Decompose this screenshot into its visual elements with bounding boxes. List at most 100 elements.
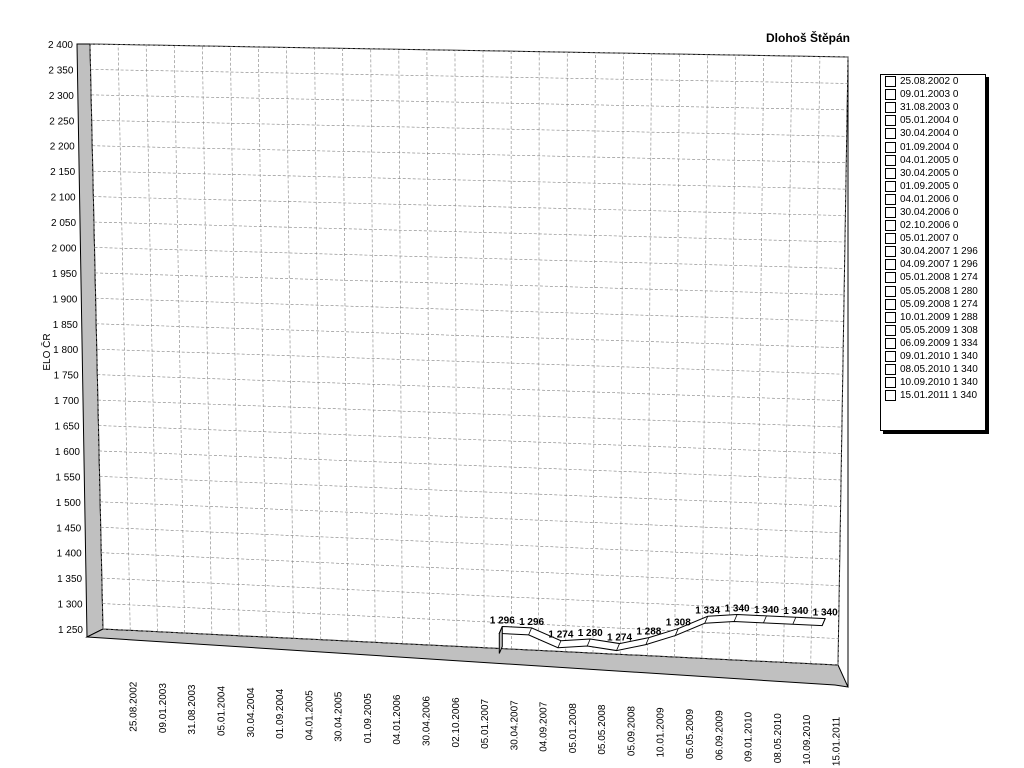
x-tick-label: 09.01.2003 xyxy=(158,683,169,733)
legend-entry-label: 15.01.2011 1 340 xyxy=(900,390,978,402)
chart-legend: 25.08.2002 0 09.01.2003 0 31.08.2003 0 05.0… xyxy=(880,74,986,431)
y-tick-label: 1 800 xyxy=(53,345,78,356)
x-tick-label: 05.01.2008 xyxy=(568,703,579,753)
chart-svg: 1 250 1 300 1 350 1 400 1 450 1 500 1 550 1 600… xyxy=(40,40,849,766)
x-tick-label: 10.09.2010 xyxy=(802,714,813,764)
legend-entry: 02.10.2006 0 xyxy=(881,219,985,232)
legend-entry: 05.01.2007 0 xyxy=(881,232,985,245)
y-tick-label: 2 200 xyxy=(50,142,75,153)
data-label: 1 296 xyxy=(519,617,544,628)
x-axis-ticks: 25.08.2002 09.01.2003 31.08.2003 05.01.2004… xyxy=(129,681,843,766)
x-tick-label: 31.08.2003 xyxy=(187,684,198,734)
x-tick-label: 09.01.2010 xyxy=(744,711,755,761)
y-tick-label: 1 950 xyxy=(52,269,77,280)
x-tick-label: 05.05.2009 xyxy=(685,708,696,758)
x-tick-label: 01.09.2005 xyxy=(363,693,374,743)
data-label: 1 308 xyxy=(666,618,691,629)
x-tick-label: 02.10.2006 xyxy=(451,697,462,747)
x-tick-label: 30.04.2007 xyxy=(509,700,520,750)
x-tick-label: 04.01.2006 xyxy=(392,694,403,744)
legend-entry: 01.09.2005 0 xyxy=(881,180,985,193)
y-tick-label: 1 900 xyxy=(52,294,77,305)
legend-entry-label: 10.01.2009 1 288 xyxy=(900,311,978,323)
x-tick-label: 01.09.2004 xyxy=(275,688,286,738)
legend-swatch xyxy=(885,89,896,101)
x-tick-label: 30.04.2005 xyxy=(334,691,345,741)
legend-swatch xyxy=(885,206,896,218)
y-tick-label: 2 150 xyxy=(50,167,75,178)
legend-swatch xyxy=(885,180,896,192)
chart-walls xyxy=(76,43,849,688)
legend-entry-label: 30.04.2005 0 xyxy=(900,167,959,179)
legend-entry: 09.01.2003 0 xyxy=(881,88,985,101)
x-tick-label: 15.01.2011 xyxy=(831,716,842,766)
x-tick-label: 05.09.2008 xyxy=(626,706,637,756)
y-tick-label: 1 750 xyxy=(54,371,79,382)
legend-entry: 10.09.2010 1 340 xyxy=(881,376,985,389)
legend-entry: 06.09.2009 1 334 xyxy=(881,337,985,350)
legend-entry: 05.05.2008 1 280 xyxy=(881,285,985,298)
x-tick-label: 04.01.2005 xyxy=(304,690,315,740)
y-tick-label: 1 300 xyxy=(58,600,83,611)
legend-entry: 04.09.2007 1 296 xyxy=(881,258,985,271)
legend-swatch xyxy=(885,259,896,271)
legend-swatch xyxy=(885,390,896,402)
legend-entry-label: 09.01.2003 0 xyxy=(900,89,959,101)
legend-entry: 10.01.2009 1 288 xyxy=(881,311,985,324)
legend-entry-label: 31.08.2003 0 xyxy=(900,102,959,114)
legend-entry: 05.01.2008 1 274 xyxy=(881,271,985,284)
legend-entry: 15.01.2011 1 340 xyxy=(881,389,985,402)
legend-entry-label: 01.09.2004 0 xyxy=(900,141,959,153)
data-label: 1 340 xyxy=(725,604,750,615)
y-tick-label: 2 100 xyxy=(51,193,76,204)
legend-swatch xyxy=(885,154,896,166)
y-tick-label: 2 300 xyxy=(49,91,74,102)
legend-swatch xyxy=(885,337,896,349)
x-tick-label: 30.04.2006 xyxy=(421,696,432,746)
y-tick-label: 2 000 xyxy=(51,243,76,254)
legend-swatch xyxy=(885,364,896,376)
x-tick-label: 04.09.2007 xyxy=(539,701,550,751)
legend-entry-label: 06.09.2009 1 334 xyxy=(900,337,978,349)
legend-swatch xyxy=(885,298,896,310)
legend-swatch xyxy=(885,272,896,284)
x-tick-label: 25.08.2002 xyxy=(129,681,140,731)
data-label: 1 334 xyxy=(695,605,720,616)
legend-entry: 30.04.2005 0 xyxy=(881,167,985,180)
legend-swatch xyxy=(885,141,896,153)
legend-entry: 30.04.2007 1 296 xyxy=(881,245,985,258)
legend-entry: 30.04.2004 0 xyxy=(881,127,985,140)
chart-title: Dlohoš Štěpán xyxy=(765,31,850,45)
y-tick-label: 1 500 xyxy=(56,498,81,509)
legend-swatch xyxy=(885,76,896,88)
y-tick-label: 1 650 xyxy=(54,422,79,433)
y-tick-label: 1 450 xyxy=(56,523,81,534)
y-tick-label: 2 400 xyxy=(48,40,73,51)
legend-entry-label: 30.04.2004 0 xyxy=(900,128,959,140)
legend-entry-label: 05.01.2008 1 274 xyxy=(900,272,978,284)
legend-entry: 05.05.2009 1 308 xyxy=(881,324,985,337)
legend-entry-label: 09.01.2010 1 340 xyxy=(900,351,978,363)
legend-swatch xyxy=(885,377,896,389)
y-tick-label: 1 550 xyxy=(55,472,80,483)
data-label: 1 280 xyxy=(578,628,603,639)
legend-entry-label: 01.09.2005 0 xyxy=(900,180,959,192)
legend-swatch xyxy=(885,115,896,127)
legend-entry-label: 08.05.2010 1 340 xyxy=(900,364,978,376)
x-tick-label: 05.01.2007 xyxy=(480,698,491,748)
legend-swatch xyxy=(885,193,896,205)
y-tick-label: 2 250 xyxy=(49,116,74,127)
legend-entry: 30.04.2006 0 xyxy=(881,206,985,219)
y-tick-label: 1 700 xyxy=(54,396,79,407)
legend-swatch xyxy=(885,351,896,363)
data-label: 1 274 xyxy=(548,630,573,641)
legend-entry: 25.08.2002 0 xyxy=(881,75,985,88)
legend-entry: 04.01.2005 0 xyxy=(881,154,985,167)
x-tick-label: 08.05.2010 xyxy=(773,713,784,763)
x-tick-label: 30.04.2004 xyxy=(246,687,257,737)
legend-swatch xyxy=(885,220,896,232)
legend-entry: 08.05.2010 1 340 xyxy=(881,363,985,376)
legend-entry-label: 10.09.2010 1 340 xyxy=(900,377,978,389)
y-tick-label: 1 850 xyxy=(53,320,78,331)
legend-entry-label: 04.09.2007 1 296 xyxy=(900,259,978,271)
